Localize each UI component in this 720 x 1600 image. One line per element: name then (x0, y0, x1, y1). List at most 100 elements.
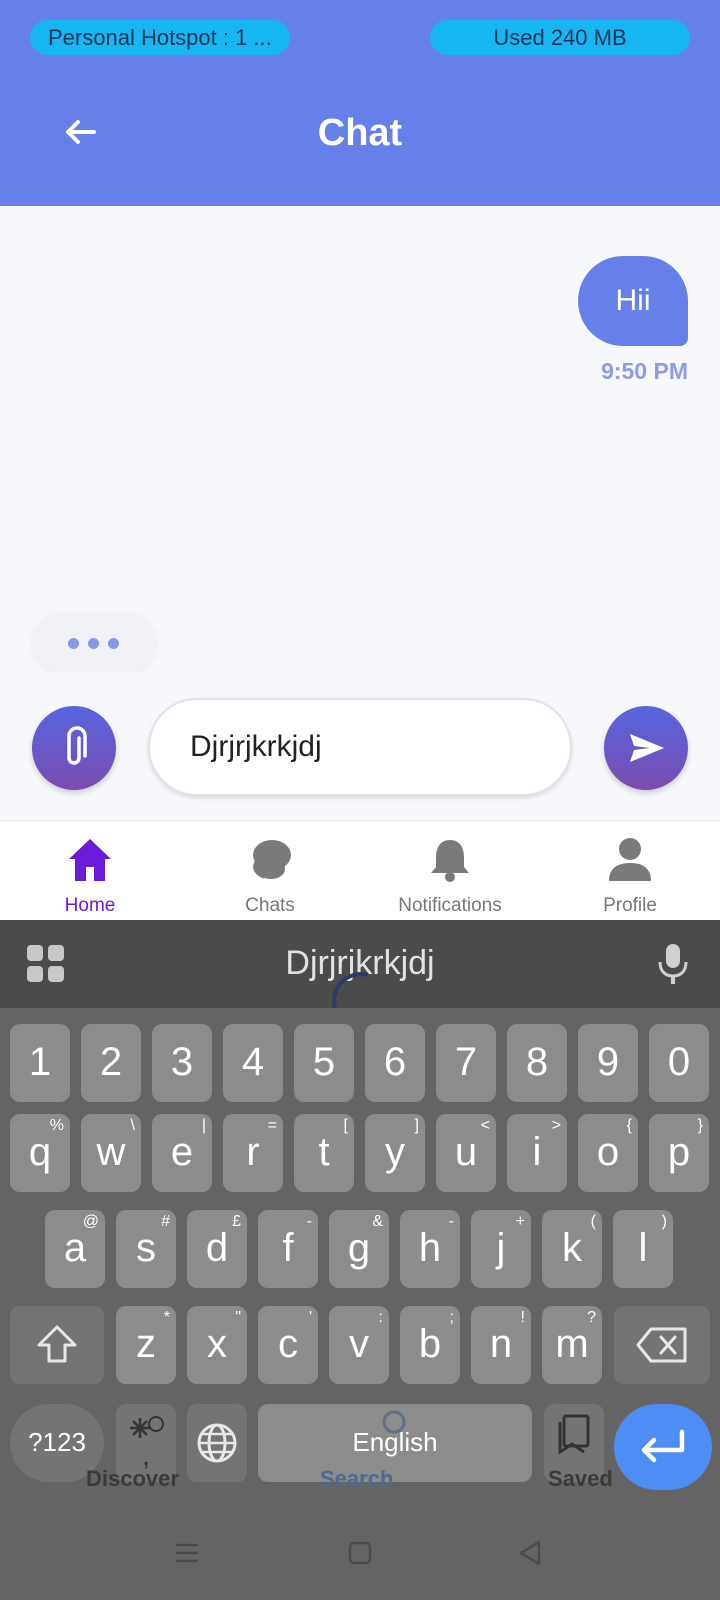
key-w[interactable]: w \ (81, 1114, 141, 1192)
key-alt: ; (449, 1309, 454, 1326)
key-alt: < (480, 1117, 490, 1134)
bottom-nav: Home Chats Notifications Profile (0, 820, 720, 920)
key-letter: v (349, 1322, 369, 1366)
key-letter: q (28, 1130, 52, 1174)
key-v[interactable]: v: (329, 1306, 389, 1384)
key-7[interactable]: 7 (436, 1024, 496, 1102)
key-letter: s (136, 1226, 156, 1270)
key-x[interactable]: x " (187, 1306, 247, 1384)
key-letter: i (532, 1130, 542, 1174)
key-alt: } (697, 1117, 703, 1134)
saved-icon (558, 1414, 590, 1455)
key-letter: k (562, 1226, 582, 1270)
key-c[interactable]: c ' (258, 1306, 318, 1384)
key-letter: x (207, 1322, 227, 1366)
user-icon (609, 838, 651, 881)
key-1[interactable]: 1 (10, 1024, 70, 1102)
key-5[interactable]: 5 (294, 1024, 354, 1102)
key-p[interactable]: p} (649, 1114, 709, 1192)
key-letter: t (318, 1130, 330, 1174)
key-z[interactable]: z * (116, 1306, 176, 1384)
microphone-icon[interactable] (656, 942, 690, 986)
key-d[interactable]: d £ (187, 1210, 247, 1288)
key-alt: @ (82, 1213, 99, 1230)
key-0[interactable]: 0 (649, 1024, 709, 1102)
backspace-icon (636, 1327, 687, 1363)
nav-item-chats[interactable]: Chats (180, 821, 360, 921)
key-j[interactable]: j + (471, 1210, 531, 1288)
send-button[interactable] (604, 706, 688, 790)
key-n[interactable]: n! (471, 1306, 531, 1384)
key-alt: - (448, 1213, 454, 1230)
key-9[interactable]: 9 (578, 1024, 638, 1102)
key-k[interactable]: k( (542, 1210, 602, 1288)
key-alt: ' (308, 1309, 312, 1326)
message-timestamp: 9:50 PM (601, 358, 688, 384)
nav-label: Chats (245, 895, 295, 916)
key-alt: \ (130, 1117, 135, 1134)
key-a[interactable]: a @ (45, 1210, 105, 1288)
search-label[interactable]: Search (320, 1466, 393, 1492)
key-letter: l (638, 1226, 648, 1270)
chat-bubbles-icon (253, 840, 291, 879)
message-bubble-sent[interactable]: Hii (578, 256, 688, 346)
key-s[interactable]: s # (116, 1210, 176, 1288)
message-input[interactable] (148, 698, 572, 796)
back-triangle-icon[interactable] (515, 1538, 545, 1568)
key-alt: ( (590, 1213, 596, 1230)
key-q[interactable]: q% (10, 1114, 70, 1192)
attach-button[interactable] (32, 706, 116, 790)
key-h[interactable]: h- (400, 1210, 460, 1288)
key-letter: z (136, 1322, 156, 1366)
key-alt: ] (414, 1117, 419, 1134)
key-2[interactable]: 2 (81, 1024, 141, 1102)
language-key[interactable] (187, 1404, 247, 1482)
search-icon (382, 1410, 406, 1434)
nav-item-home[interactable]: Home (0, 821, 180, 921)
key-g[interactable]: g & (329, 1210, 389, 1288)
key-letter: w (96, 1130, 126, 1174)
shift-icon (37, 1325, 77, 1363)
key-u[interactable]: u < (436, 1114, 496, 1192)
nav-item-notifications[interactable]: Notifications (360, 821, 540, 921)
key-alt: > (551, 1117, 561, 1134)
key-8[interactable]: 8 (507, 1024, 567, 1102)
key-alt: - (306, 1213, 312, 1230)
key-letter: u (454, 1130, 478, 1174)
key-e[interactable]: e | (152, 1114, 212, 1192)
backspace-key[interactable] (614, 1306, 710, 1384)
space-key[interactable]: English (258, 1404, 532, 1482)
typing-dot (88, 638, 99, 649)
key-b[interactable]: b; (400, 1306, 460, 1384)
shift-key[interactable] (10, 1306, 104, 1384)
nav-label: Notifications (398, 895, 502, 916)
key-3[interactable]: 3 (152, 1024, 212, 1102)
key-alt: " (235, 1309, 241, 1326)
enter-key[interactable] (614, 1404, 712, 1490)
app-header: Personal Hotspot : 1 ... Used 240 MB Cha… (0, 0, 720, 206)
system-nav-bar (0, 1508, 720, 1600)
key-letter: r (246, 1130, 260, 1174)
key-alt: | (201, 1117, 206, 1134)
key-4[interactable]: 4 (223, 1024, 283, 1102)
nav-item-profile[interactable]: Profile (540, 821, 720, 921)
data-usage-badge: Used 240 MB (430, 20, 690, 55)
typing-indicator (32, 612, 156, 672)
key-m[interactable]: m? (542, 1306, 602, 1384)
key-y[interactable]: y] (365, 1114, 425, 1192)
key-letter: p (667, 1130, 691, 1174)
key-alt: & (372, 1213, 383, 1230)
key-r[interactable]: r = (223, 1114, 283, 1192)
discover-label[interactable]: Discover (86, 1466, 179, 1492)
saved-label[interactable]: Saved (548, 1466, 613, 1492)
bell-icon (431, 840, 469, 882)
key-i[interactable]: i > (507, 1114, 567, 1192)
key-t[interactable]: t[ (294, 1114, 354, 1192)
menu-icon[interactable] (172, 1538, 202, 1568)
key-o[interactable]: o{ (578, 1114, 638, 1192)
send-icon (630, 734, 664, 762)
home-button-icon[interactable] (345, 1538, 375, 1568)
key-6[interactable]: 6 (365, 1024, 425, 1102)
key-l[interactable]: l) (613, 1210, 673, 1288)
key-f[interactable]: f- (258, 1210, 318, 1288)
